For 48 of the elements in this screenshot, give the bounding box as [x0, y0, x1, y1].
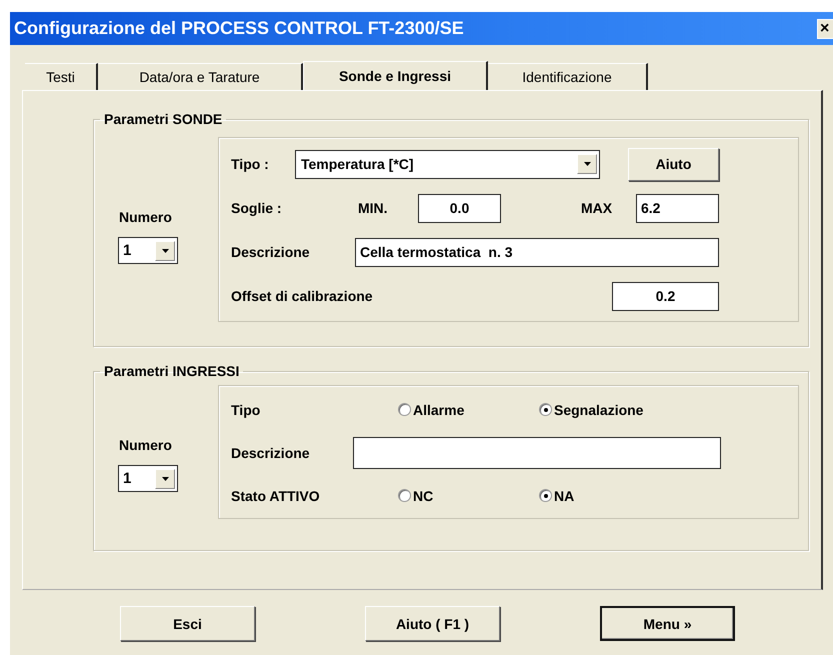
thresholds-label: Soglie :: [231, 200, 283, 216]
number-label: Numero: [119, 209, 172, 225]
close-button[interactable]: ×: [817, 18, 833, 38]
offset-field[interactable]: 0.2: [612, 282, 719, 310]
window-title: Configurazione del PROCESS CONTROL FT-2300/SE: [13, 18, 464, 39]
tab[interactable]: Testi: [25, 63, 98, 90]
tab[interactable]: Data/ora e Tarature: [98, 63, 303, 90]
tab[interactable]: Identificazione: [488, 63, 648, 90]
option-label[interactable]: NC: [413, 488, 434, 504]
description-field[interactable]: Cella termostatica n. 3: [355, 238, 719, 266]
offset-label: Offset di calibrazione: [231, 288, 374, 304]
dropdown-arrow-button[interactable]: [577, 154, 597, 174]
type-dropdown[interactable]: Temperatura [*C]: [295, 150, 600, 178]
number-label: Numero: [119, 437, 172, 453]
radio-button[interactable]: [398, 489, 411, 502]
option-label[interactable]: NA: [554, 488, 574, 504]
dialog-button[interactable]: Esci: [120, 606, 255, 641]
group-title: Parametri SONDE: [103, 111, 224, 127]
dialog-button[interactable]: Menu »: [600, 606, 735, 641]
description-label: Descrizione: [231, 244, 311, 260]
type-label: Tipo: [231, 402, 262, 418]
number-dropdown[interactable]: 1: [118, 465, 178, 492]
state-label: Stato ATTIVO: [231, 488, 321, 504]
min-field[interactable]: 0.0: [418, 194, 501, 222]
dropdown-arrow-button[interactable]: [155, 240, 175, 260]
group-title: Parametri INGRESSI: [103, 363, 240, 379]
caret-icon: [584, 162, 590, 166]
radio-button[interactable]: [398, 403, 411, 416]
option-label[interactable]: Segnalazione: [554, 402, 644, 418]
tab[interactable]: Sonde e Ingressi: [303, 61, 488, 90]
radio-button[interactable]: [539, 489, 552, 502]
dialog-button[interactable]: Aiuto ( F1 ): [365, 606, 500, 641]
description-label: Descrizione: [231, 444, 311, 460]
dropdown-value: Temperatura [*C]: [301, 156, 414, 172]
caret-icon: [162, 476, 168, 480]
number-dropdown[interactable]: 1: [118, 237, 178, 264]
dropdown-value: 1: [123, 470, 132, 487]
type-label: Tipo :: [231, 156, 270, 172]
radio-button[interactable]: [539, 403, 552, 416]
max-field[interactable]: 6.2: [636, 194, 719, 222]
max-label: MAX: [581, 200, 614, 216]
description-field[interactable]: [353, 436, 721, 468]
help-button[interactable]: Aiuto: [628, 148, 719, 180]
dropdown-arrow-button[interactable]: [155, 468, 175, 488]
min-label: MIN.: [358, 200, 389, 216]
caret-icon: [162, 248, 168, 252]
dropdown-value: 1: [123, 242, 132, 259]
option-label[interactable]: Allarme: [413, 402, 464, 418]
